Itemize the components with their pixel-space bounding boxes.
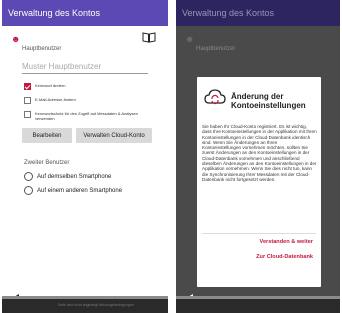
checkbox-label: E-Mail-Adresse ändern [35, 97, 76, 102]
radio-button[interactable] [24, 172, 33, 181]
dialog-divider [202, 233, 316, 234]
radio-label: Auf einem anderen Smartphone [37, 187, 123, 194]
dialog-title: Änderung der Kontoeinstellungen [231, 92, 306, 110]
main-user-input[interactable]: Muster Hauptbenutzer [22, 60, 148, 74]
edit-button[interactable]: Bearbeiten [22, 128, 72, 143]
understood-continue-button[interactable]: Verstanden & weiter [260, 239, 313, 245]
radio-label: Auf demselben Smartphone [37, 173, 112, 180]
left-screen: Verwaltung des Kontos ☻ Hauptbenutzer Mu… [2, 0, 168, 313]
checkbox-unchecked[interactable] [24, 97, 31, 104]
dimmed-panel: ☻ Hauptbenutzer Änderung der Kontoeinste… [176, 26, 340, 300]
radio-same-smartphone[interactable]: Auf demselben Smartphone [24, 172, 111, 181]
user-icon: ☻ [11, 34, 21, 44]
radio-other-smartphone[interactable]: Auf einem anderen Smartphone [24, 186, 122, 195]
checkbox-checked[interactable] [24, 83, 31, 90]
second-user-label: Zweiter Benutzer [24, 160, 70, 166]
checkbox-change-password[interactable]: Kennwort ändern [24, 83, 65, 90]
app-title: Verwaltung des Kontos [182, 8, 275, 18]
bottom-strip [176, 296, 340, 299]
checkbox-unchecked[interactable] [24, 111, 31, 118]
bottom-strip [2, 296, 168, 299]
user-icon: ☻ [185, 34, 195, 44]
dim-user-label: Hauptbenutzer [196, 46, 236, 52]
checkbox-password-protection[interactable]: Kennwortschutz für den Zugriff auf Messd… [24, 111, 144, 121]
checkbox-label: Kennwort ändern [35, 83, 66, 88]
account-settings-panel: ☻ Hauptbenutzer Muster Hauptbenutzer Ken… [2, 26, 168, 300]
bottom-bar: Seite wird nicht angezeigt Nutzungsbedin… [2, 296, 168, 313]
book-icon[interactable] [142, 32, 156, 43]
account-change-dialog: Änderung der Kontoeinstellungen Sie habe… [197, 77, 321, 287]
checkbox-change-email[interactable]: E-Mail-Adresse ändern [24, 97, 76, 104]
radio-button[interactable] [24, 186, 33, 195]
manage-cloud-account-button[interactable]: Verwalten Cloud-Konto [76, 128, 152, 143]
go-to-cloud-database-button[interactable]: Zur Cloud-Datenbank [256, 254, 313, 260]
bottom-text: Seite wird nicht angezeigt Nutzungsbedin… [58, 303, 134, 307]
app-bar: Verwaltung des Kontos [2, 0, 168, 26]
checkbox-label: Kennwortschutz für den Zugriff auf Messd… [35, 111, 138, 121]
app-title: Verwaltung des Kontos [8, 8, 101, 18]
bottom-bar [176, 296, 340, 313]
main-user-label: Hauptbenutzer [22, 46, 62, 52]
right-screen: Verwaltung des Kontos ☻ Hauptbenutzer Än… [176, 0, 340, 313]
app-bar: Verwaltung des Kontos [176, 0, 340, 26]
cloud-sync-icon [204, 89, 226, 105]
dialog-body: Sie haben Ihr Cloud-Konto registriert. E… [202, 124, 317, 182]
